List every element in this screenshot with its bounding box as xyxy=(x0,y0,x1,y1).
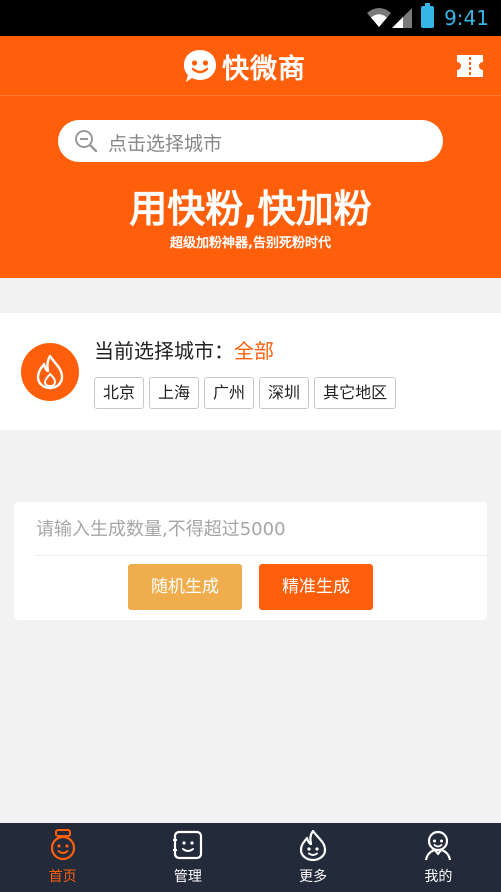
tab-more-label: 更多 xyxy=(299,869,328,885)
city-tag-list: 北京 上海 广州 深圳 其它地区 xyxy=(94,377,401,409)
profile-icon xyxy=(425,830,452,861)
city-tag-other[interactable]: 其它地区 xyxy=(314,377,397,409)
current-city: 当前选择城市：全部 xyxy=(94,335,274,364)
manage-icon xyxy=(172,830,202,860)
precise-generate-button[interactable]: 精准生成 xyxy=(259,564,373,610)
more-icon xyxy=(300,829,327,861)
battery-icon xyxy=(421,3,434,28)
quantity-input[interactable] xyxy=(36,514,466,544)
fire-icon xyxy=(36,354,64,390)
app-title: 快微商 xyxy=(222,53,306,85)
city-tag-guangzhou[interactable]: 广州 xyxy=(204,377,255,409)
status-bar: 9:41 xyxy=(0,0,501,36)
app-header: 快微商 xyxy=(0,36,501,96)
current-city-label: 当前选择城市： xyxy=(94,339,234,363)
search-icon xyxy=(75,130,98,153)
city-search-bar[interactable]: 点击选择城市 xyxy=(58,120,443,162)
city-tag-beijing[interactable]: 北京 xyxy=(94,377,145,409)
banner-subslogan: 超级加粉神器,告别死粉时代 xyxy=(170,236,331,251)
current-city-value[interactable]: 全部 xyxy=(234,339,274,363)
city-tag-shanghai[interactable]: 上海 xyxy=(149,377,200,409)
status-time: 9:41 xyxy=(444,6,489,30)
logo-face-icon xyxy=(184,50,216,82)
generate-card: 随机生成 精准生成 xyxy=(14,502,487,620)
random-generate-button[interactable]: 随机生成 xyxy=(128,564,242,610)
tab-more[interactable]: 更多 xyxy=(251,823,376,892)
bottom-tab-bar: 首页 管理 更多 我的 xyxy=(0,823,501,892)
signal-icon xyxy=(392,8,412,28)
tab-home[interactable]: 首页 xyxy=(0,823,125,892)
hero-banner: 点击选择城市 用快粉,快加粉 超级加粉神器,告别死粉时代 xyxy=(0,96,501,278)
tab-home-label: 首页 xyxy=(48,869,77,885)
search-placeholder: 点击选择城市 xyxy=(108,133,223,155)
home-icon xyxy=(50,829,75,861)
divider xyxy=(36,555,487,556)
tab-manage[interactable]: 管理 xyxy=(125,823,250,892)
ticket-icon[interactable] xyxy=(455,51,485,81)
app-logo: 快微商 xyxy=(182,48,306,85)
tab-manage-label: 管理 xyxy=(173,869,202,885)
banner-slogan: 用快粉,快加粉 xyxy=(129,187,372,231)
wifi-icon xyxy=(367,8,391,27)
tab-profile[interactable]: 我的 xyxy=(376,823,501,892)
tab-profile-label: 我的 xyxy=(424,869,453,885)
city-selection-card: 当前选择城市：全部 北京 上海 广州 深圳 其它地区 xyxy=(0,313,501,430)
city-tag-shenzhen[interactable]: 深圳 xyxy=(259,377,310,409)
fire-badge xyxy=(21,343,79,401)
